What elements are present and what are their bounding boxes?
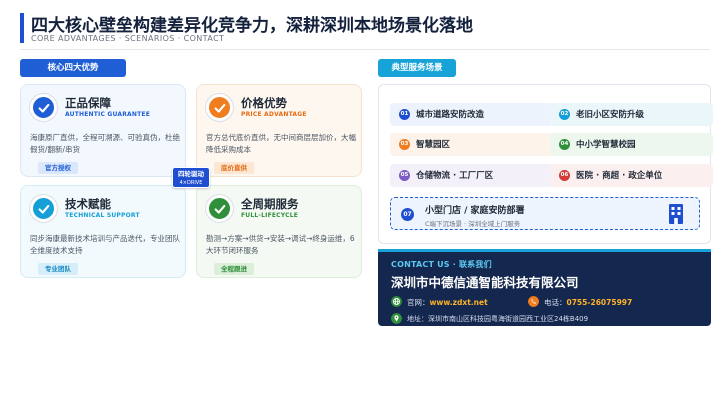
scenario-label: 城市道路安防改造 <box>416 110 485 120</box>
scenario-number: 07 <box>401 208 414 221</box>
scenario-item: 04 中小学智慧校园 <box>550 133 713 156</box>
scenario-number: 06 <box>559 170 570 181</box>
check-badge-icon <box>206 94 233 121</box>
page-subtitle: CORE ADVANTAGES · SCENARIOS · CONTACT <box>31 34 225 43</box>
company-name: 深圳市中德信通智能科技有限公司 <box>391 275 579 290</box>
card-description: 勘测→方案→供货→安装→调试→终身运维，6大环节闭环服务 <box>206 234 355 255</box>
four-drive-label-en: 4×DRIVE <box>179 180 203 186</box>
scenario-number: 05 <box>399 170 410 181</box>
check-badge-icon <box>206 195 233 222</box>
card-authentic: 正品保障 AUTHENTIC GUARANTEE 海康原厂直供，全程可溯源、可验… <box>20 84 186 177</box>
scenario-label: 小型门店 / 家庭安防部署 <box>425 206 525 216</box>
header-divider <box>20 49 710 50</box>
page-header: 四大核心壁垒构建差异化竞争力，深耕深圳本地场景化落地 CORE ADVANTAG… <box>20 11 710 47</box>
scenario-item-highlight: 07 小型门店 / 家庭安防部署 C端下沉场景 · 深圳全域上门服务 <box>390 197 700 230</box>
scenario-label: 中小学智慧校园 <box>576 140 636 150</box>
card-subtitle-en: FULL-LIFECYCLE <box>241 212 299 219</box>
contact-heading: CONTACT US · 联系我们 <box>391 260 492 269</box>
card-title: 价格优势 <box>241 96 287 110</box>
card-description: 官方总代底价直供，无中间商层层加价，大幅降低采购成本 <box>206 133 356 154</box>
card-title: 技术赋能 <box>65 197 111 211</box>
scenario-item: 01 城市道路安防改造 <box>390 103 553 126</box>
card-badge: 专业团队 <box>38 263 78 275</box>
scenario-label: 仓储物流 · 工厂厂区 <box>416 171 494 181</box>
phone-icon <box>528 296 539 307</box>
advantages-tag: 核心四大优势 <box>20 59 126 77</box>
card-tech: 技术赋能 TECHNICAL SUPPORT 同步海康最新技术培训与产品迭代，专… <box>20 185 186 278</box>
scenario-item: 06 医院 · 商超 · 政企单位 <box>550 164 713 187</box>
card-description: 同步海康最新技术培训与产品迭代，专业团队全维度技术支持 <box>30 234 180 255</box>
scenario-item: 03 智慧园区 <box>390 133 553 156</box>
scenario-sublabel: C端下沉场景 · 深圳全域上门服务 <box>425 220 521 228</box>
card-lifecycle: 全周期服务 FULL-LIFECYCLE 勘测→方案→供货→安装→调试→终身运维… <box>196 185 362 278</box>
scenario-number: 04 <box>559 139 570 150</box>
card-badge: 官方授权 <box>38 162 78 174</box>
page-title: 四大核心壁垒构建差异化竞争力，深耕深圳本地场景化落地 <box>31 16 473 36</box>
phone-number[interactable]: 0755-26075997 <box>567 298 633 307</box>
scenario-item: 05 仓储物流 · 工厂厂区 <box>390 164 553 187</box>
card-title: 正品保障 <box>65 96 111 110</box>
phone-text: 电话：0755-26075997 <box>544 297 632 308</box>
address-text: 地址：深圳市南山区科技园粤海街道园西工业区24栋B409 <box>407 315 589 323</box>
globe-icon <box>391 296 402 307</box>
scenario-label: 医院 · 商超 · 政企单位 <box>576 171 663 181</box>
check-badge-icon <box>30 94 57 121</box>
scenario-number: 01 <box>399 109 410 120</box>
website-text: 官网：www.zdxt.net <box>407 297 488 308</box>
title-accent-bar <box>20 13 24 43</box>
website-label: 官网： <box>407 298 430 307</box>
phone-label: 电话： <box>544 298 567 307</box>
website-link[interactable]: www.zdxt.net <box>430 298 488 307</box>
check-badge-icon <box>30 195 57 222</box>
scenario-number: 02 <box>559 109 570 120</box>
card-price: 价格优势 PRICE ADVANTAGE 官方总代底价直供，无中间商层层加价，大… <box>196 84 362 177</box>
location-pin-icon <box>391 313 402 324</box>
building-icon <box>669 204 683 224</box>
scenario-number: 03 <box>399 139 410 150</box>
scenarios-panel: 01 城市道路安防改造 02 老旧小区安防升级 03 智慧园区 04 中小学智慧… <box>378 84 713 244</box>
scenarios-tag: 典型服务场景 <box>378 59 456 77</box>
card-subtitle-en: AUTHENTIC GUARANTEE <box>65 111 151 118</box>
scenario-label: 老旧小区安防升级 <box>576 110 645 120</box>
four-drive-label: 四轮驱动 <box>178 170 204 178</box>
card-badge: 全程跟进 <box>214 263 254 275</box>
contact-panel: CONTACT US · 联系我们 深圳市中德信通智能科技有限公司 官网：www… <box>378 252 711 326</box>
card-subtitle-en: PRICE ADVANTAGE <box>241 111 307 118</box>
card-badge: 底价直供 <box>214 162 254 174</box>
card-subtitle-en: TECHNICAL SUPPORT <box>65 212 140 219</box>
card-title: 全周期服务 <box>241 197 299 211</box>
scenario-item: 02 老旧小区安防升级 <box>550 103 713 126</box>
four-drive-badge: 四轮驱动 4×DRIVE <box>172 167 210 188</box>
scenario-label: 智慧园区 <box>416 140 451 150</box>
card-description: 海康原厂直供，全程可溯源、可验真伪，杜绝假货/翻新/串货 <box>30 133 180 154</box>
